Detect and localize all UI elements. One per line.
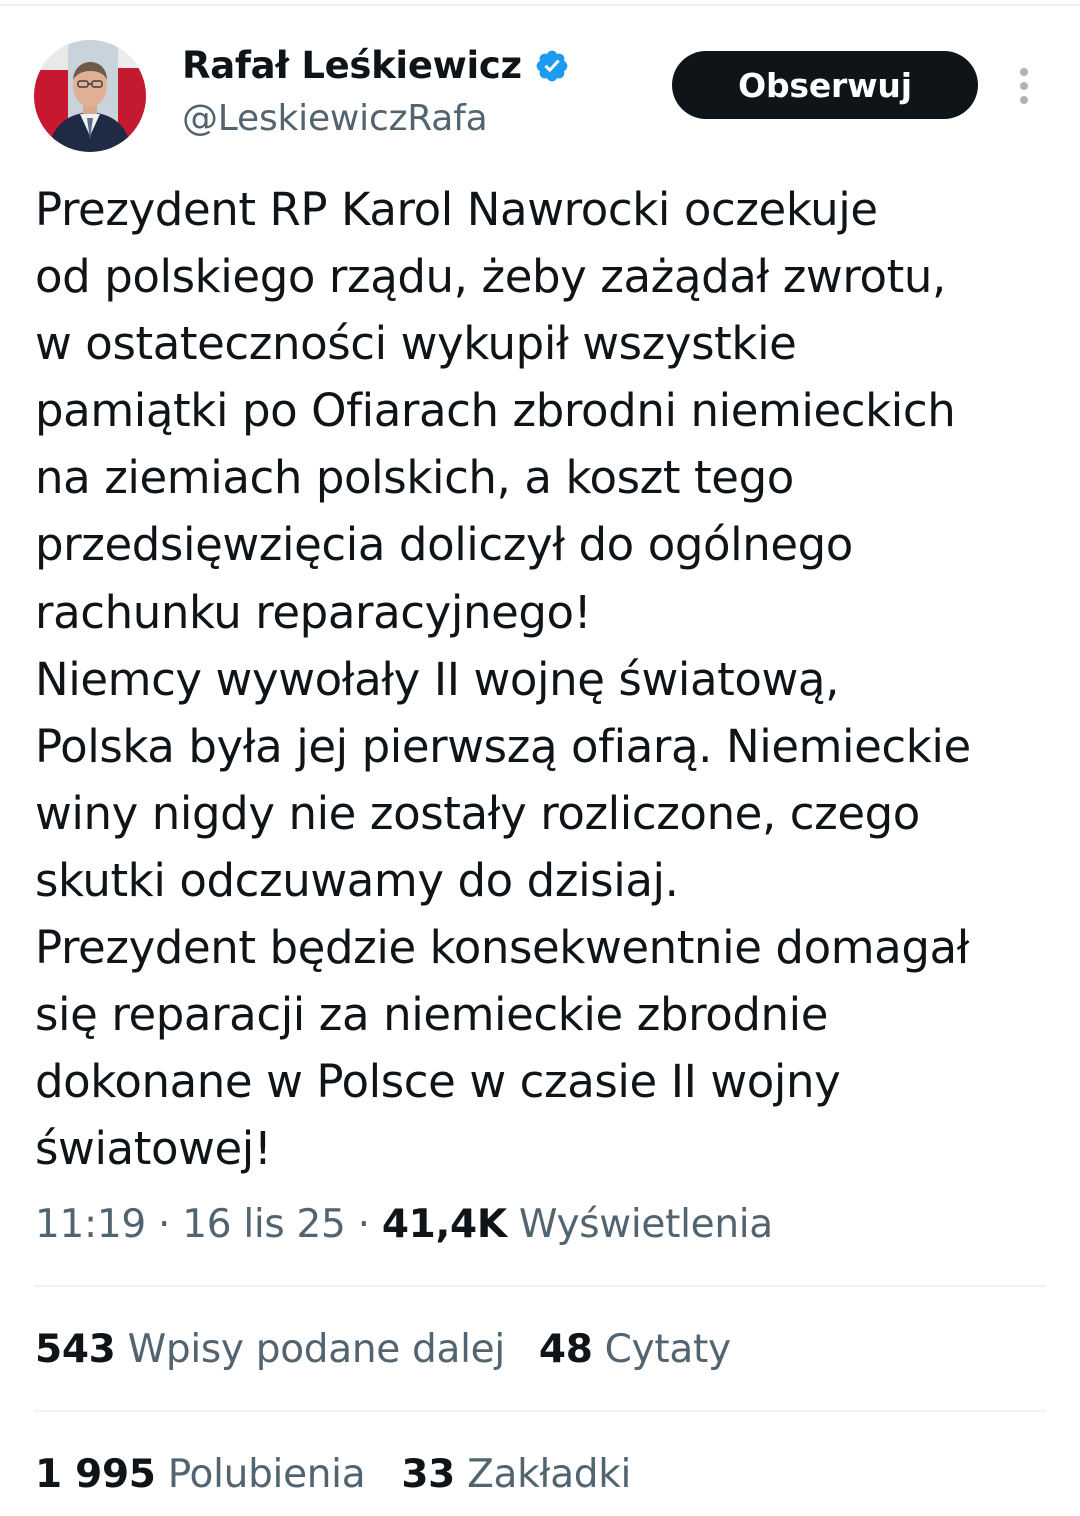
quotes-label: Cytaty [604,1327,731,1372]
quotes-count: 48 [538,1327,593,1372]
tweet-meta: 11:19 · 16 lis 25 · 41,4K Wyświetlenia [35,1202,773,1247]
likes-count: 1 995 [35,1452,156,1497]
top-divider [0,4,1080,6]
tweet-date[interactable]: 16 lis 25 [182,1202,346,1247]
tweet-time[interactable]: 11:19 [35,1202,146,1247]
meta-separator: · [345,1202,382,1247]
likes-stat[interactable]: 1 995 Polubienia [35,1452,366,1497]
verified-badge-icon[interactable] [534,48,570,84]
views-count: 41,4K [381,1202,507,1247]
divider [34,1285,1046,1287]
author-display-name[interactable]: Rafał Leśkiewicz [182,44,522,87]
divider [34,1410,1046,1412]
follow-button[interactable]: Obserwuj [672,51,978,119]
more-dot [1020,68,1028,76]
engagement-stats-row: 543 Wpisy podane dalej 48 Cytaty [35,1327,731,1372]
avatar-photo [34,40,146,152]
more-dot [1020,82,1028,90]
more-vertical-icon[interactable] [1004,64,1044,108]
avatar[interactable] [34,40,146,152]
quotes-stat[interactable]: 48 Cytaty [539,1327,731,1372]
likes-label: Polubienia [167,1452,366,1497]
bookmarks-stat[interactable]: 33 Zakładki [401,1452,631,1497]
tweet-text: Prezydent RP Karol Nawrocki oczekuje od … [35,183,971,1176]
bookmarks-count: 33 [401,1452,456,1497]
more-dot [1020,96,1028,104]
meta-separator: · [145,1202,183,1247]
bookmarks-label: Zakładki [467,1452,632,1497]
reposts-stat[interactable]: 543 Wpisy podane dalej [35,1327,505,1372]
views-label: Wyświetlenia [518,1202,773,1247]
reposts-count: 543 [35,1327,116,1372]
author-handle[interactable]: @LeskiewiczRafa [182,98,488,139]
engagement-stats-row: 1 995 Polubienia 33 Zakładki [35,1452,631,1497]
reposts-label: Wpisy podane dalej [127,1327,506,1372]
author-name-row[interactable]: Rafał Leśkiewicz [182,44,570,87]
